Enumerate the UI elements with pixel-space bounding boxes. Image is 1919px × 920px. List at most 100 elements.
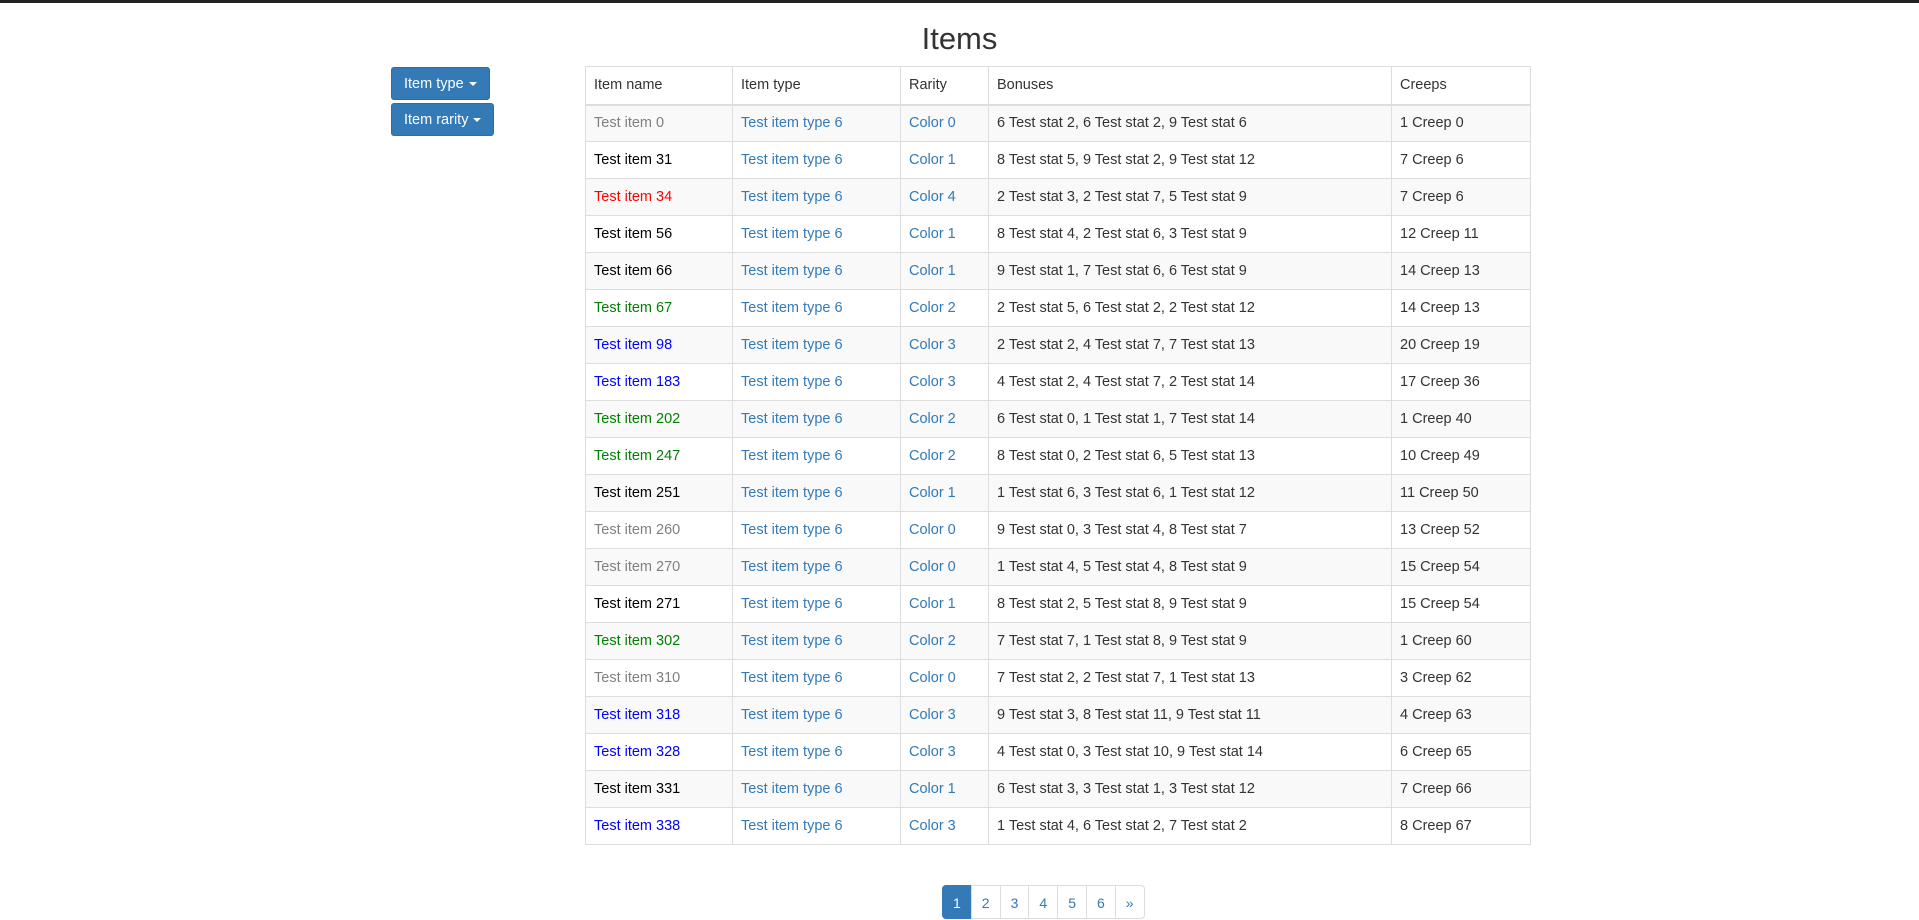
- filter-panel: Item type Item rarity: [391, 67, 495, 136]
- creeps-cell: 7 Creep 6: [1391, 141, 1531, 179]
- rarity-cell: Color 2: [900, 622, 989, 660]
- pagination-item: 1: [942, 885, 972, 919]
- item-name-cell: Test item 67: [585, 289, 733, 327]
- item-type-link[interactable]: Test item type 6: [741, 596, 843, 612]
- item-type-link[interactable]: Test item type 6: [741, 374, 843, 390]
- item-type-cell: Test item type 6: [732, 548, 901, 586]
- page-3-link[interactable]: 3: [999, 885, 1030, 919]
- item-type-cell: Test item type 6: [732, 400, 901, 438]
- item-type-link[interactable]: Test item type 6: [741, 744, 843, 760]
- rarity-link[interactable]: Color 3: [909, 707, 956, 723]
- rarity-cell: Color 2: [900, 289, 989, 327]
- rarity-cell: Color 0: [900, 548, 989, 586]
- rarity-cell: Color 0: [900, 104, 989, 142]
- item-type-cell: Test item type 6: [732, 437, 901, 475]
- item-type-link[interactable]: Test item type 6: [741, 485, 843, 501]
- pagination-item: 3: [999, 885, 1030, 919]
- rarity-link[interactable]: Color 1: [909, 226, 956, 242]
- bonuses-cell: 7 Test stat 2, 2 Test stat 7, 1 Test sta…: [988, 659, 1392, 697]
- rarity-link[interactable]: Color 2: [909, 448, 956, 464]
- page-6-link[interactable]: 6: [1085, 885, 1116, 919]
- pagination-item: 4: [1028, 885, 1059, 919]
- rarity-link[interactable]: Color 1: [909, 152, 956, 168]
- item-type-cell: Test item type 6: [732, 289, 901, 327]
- item-name-cell: Test item 34: [585, 178, 733, 216]
- item-name-cell: Test item 260: [594, 522, 681, 538]
- rarity-cell: Color 1: [900, 141, 989, 179]
- item-type-link[interactable]: Test item type 6: [741, 300, 843, 316]
- item-type-cell: Test item type 6: [732, 363, 901, 401]
- rarity-link[interactable]: Color 3: [909, 374, 956, 390]
- item-type-link[interactable]: Test item type 6: [741, 559, 843, 575]
- rarity-link[interactable]: Color 1: [909, 485, 956, 501]
- item-type-link[interactable]: Test item type 6: [741, 448, 843, 464]
- rarity-cell: Color 3: [900, 807, 989, 845]
- rarity-link[interactable]: Color 0: [909, 522, 956, 538]
- rarity-link[interactable]: Color 0: [909, 115, 956, 131]
- page-1-link[interactable]: 1: [942, 885, 972, 919]
- item-type-link[interactable]: Test item type 6: [741, 522, 843, 538]
- item-type-link[interactable]: Test item type 6: [741, 263, 843, 279]
- rarity-link[interactable]: Color 3: [909, 818, 956, 834]
- rarity-link[interactable]: Color 2: [909, 300, 956, 316]
- rarity-link[interactable]: Color 4: [909, 189, 956, 205]
- item-name-cell: Test item 202: [594, 411, 681, 427]
- creeps-cell: 14 Creep 13: [1391, 289, 1531, 327]
- rarity-link[interactable]: Color 0: [909, 670, 956, 686]
- item-type-link[interactable]: Test item type 6: [741, 189, 843, 205]
- rarity-cell: Color 3: [900, 363, 989, 401]
- page-4-link[interactable]: 4: [1028, 885, 1059, 919]
- page-2-link[interactable]: 2: [970, 885, 1001, 919]
- item-type-link[interactable]: Test item type 6: [741, 115, 843, 131]
- creeps-cell: 7 Creep 66: [1400, 781, 1472, 797]
- creeps-cell: 1 Creep 0: [1400, 115, 1464, 132]
- rarity-cell: Color 3: [900, 326, 989, 364]
- item-type-link[interactable]: Test item type 6: [741, 152, 843, 168]
- rarity-cell: Color 3: [900, 696, 989, 734]
- page-5-link[interactable]: 5: [1057, 885, 1087, 919]
- next-page-link[interactable]: »: [1114, 885, 1145, 919]
- item-type-link[interactable]: Test item type 6: [741, 633, 843, 649]
- rarity-link[interactable]: Color 1: [909, 263, 956, 279]
- rarity-link[interactable]: Color 3: [909, 337, 956, 353]
- creeps-cell: 1 Creep 40: [1400, 411, 1472, 427]
- table-row: Test item 338 Test item type 6 Color 3 1 Te…: [585, 807, 1531, 845]
- creeps-cell: 7 Creep 6: [1400, 152, 1464, 168]
- bonuses-cell: 9 Test stat 3, 8 Test stat 11, 9 Test st…: [997, 707, 1261, 723]
- rarity-cell: Color 2: [900, 437, 989, 475]
- bonuses-cell: 1 Test stat 4, 5 Test stat 4, 8 Test sta…: [988, 548, 1392, 586]
- rarity-link[interactable]: Color 1: [909, 781, 956, 797]
- rarity-link[interactable]: Color 3: [909, 744, 956, 760]
- creeps-cell: 8 Creep 67: [1400, 818, 1472, 834]
- item-type-link[interactable]: Test item type 6: [741, 670, 843, 686]
- items-table-container: Item name Item type Rarity Bonuses Creep…: [585, 66, 1531, 845]
- item-type-link[interactable]: Test item type 6: [741, 707, 843, 723]
- item-name-cell: Test item 302: [585, 622, 733, 660]
- bonuses-cell: 7 Test stat 7, 1 Test stat 8, 9 Test sta…: [997, 633, 1247, 649]
- rarity-link[interactable]: Color 1: [909, 596, 956, 612]
- item-type-cell: Test item type 6: [732, 474, 901, 512]
- item-name-cell: Test item 183: [585, 363, 733, 401]
- item-type-link[interactable]: Test item type 6: [741, 337, 843, 353]
- item-type-dropdown-button[interactable]: Item type: [391, 67, 490, 100]
- rarity-link[interactable]: Color 0: [909, 559, 956, 575]
- item-name-cell: Test item 56: [585, 215, 733, 253]
- table-row: Test item 56 Test item type 6 Color 1 8 Tes…: [585, 215, 1531, 253]
- item-name-cell: Test item 67: [594, 300, 673, 316]
- item-name-cell: Test item 328: [585, 733, 733, 771]
- item-type-link[interactable]: Test item type 6: [741, 226, 843, 242]
- item-type-link[interactable]: Test item type 6: [741, 818, 843, 834]
- creeps-cell: 3 Creep 62: [1400, 670, 1472, 686]
- item-name-cell: Test item 331: [585, 770, 733, 808]
- bonuses-cell: 8 Test stat 2, 5 Test stat 8, 9 Test sta…: [988, 585, 1392, 623]
- rarity-link[interactable]: Color 2: [909, 411, 956, 427]
- table-row: Test item 0 Test item type 6 Color 0 6 Test…: [585, 104, 1531, 142]
- bonuses-cell: 2 Test stat 5, 6 Test stat 2, 2 Test sta…: [988, 289, 1392, 327]
- creeps-cell: 15 Creep 54: [1391, 548, 1531, 586]
- item-rarity-dropdown-button[interactable]: Item rarity: [391, 103, 495, 136]
- item-type-cell: Test item type 6: [732, 252, 901, 290]
- item-type-link[interactable]: Test item type 6: [741, 781, 843, 797]
- item-type-link[interactable]: Test item type 6: [741, 411, 843, 427]
- rarity-link[interactable]: Color 2: [909, 633, 956, 649]
- item-name-cell: Test item 271: [585, 585, 733, 623]
